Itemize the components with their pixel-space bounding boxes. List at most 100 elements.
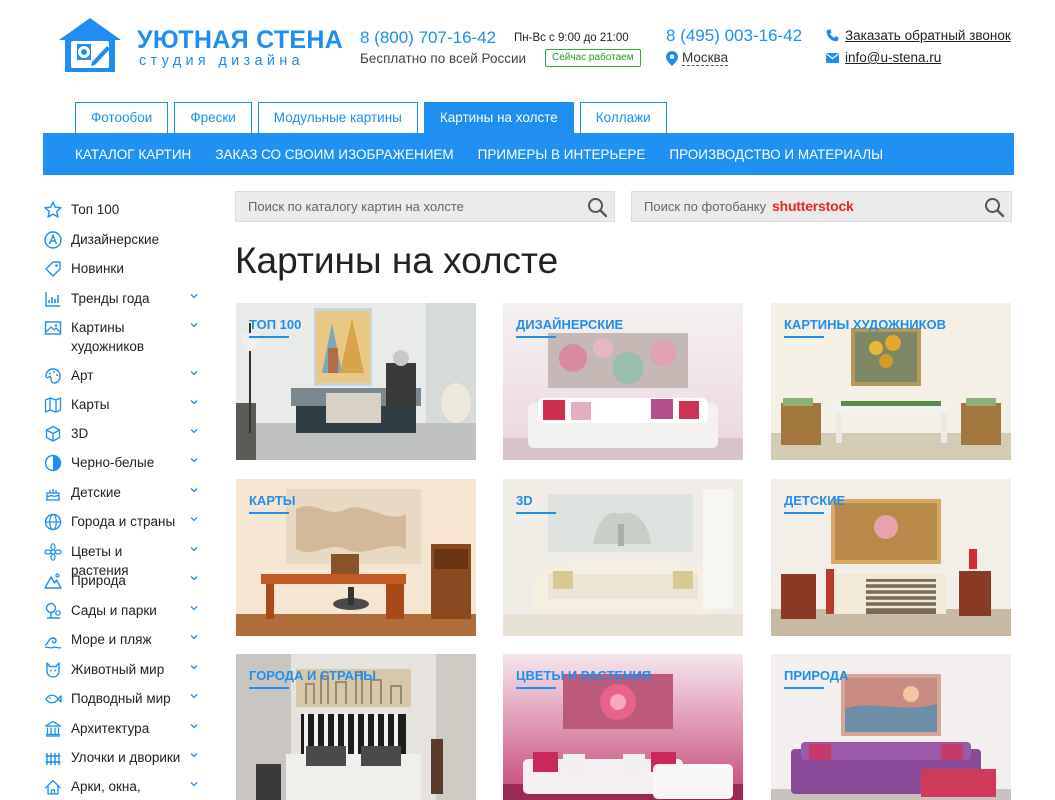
category-card-title: ДИЗАЙНЕРСКИЕ [516,317,623,338]
category-card-title: КАРТИНЫ ХУДОЖНИКОВ [784,317,946,338]
nav-catalog[interactable]: КАТАЛОГ КАРТИН [75,147,191,162]
category-card-designer[interactable]: ДИЗАЙНЕРСКИЕ [503,303,743,460]
sidebar-item-label: Арки, окна, [71,779,141,794]
chevron-down-icon[interactable] [189,397,199,407]
trend-chart-icon [45,292,60,307]
chevron-down-icon[interactable] [189,544,199,554]
sidebar-item-sea[interactable]: Море и пляж [43,630,208,650]
phone-handset-icon [826,29,839,42]
sidebar-item-label: Черно-белые [71,455,155,470]
sidebar-item-label: Новинки [71,261,124,276]
sidebar-item-label: Дизайнерские [71,232,160,247]
sidebar-item-trends[interactable]: Тренды года [43,289,208,309]
tab-frescoes[interactable]: Фрески [174,102,252,133]
search-icon[interactable] [587,197,608,218]
sidebar-item-maps[interactable]: Карты [43,395,208,415]
chevron-down-icon[interactable] [189,662,199,672]
category-card-3d[interactable]: 3D [503,479,743,636]
chevron-down-icon[interactable] [189,779,199,789]
sidebar-item-architecture[interactable]: Архитектура [43,719,208,739]
chevron-down-icon[interactable] [189,750,199,760]
art-icon [45,368,61,384]
sidebar-item-label: Картины художников [71,320,145,354]
category-card-cities[interactable]: ГОРОДА И СТРАНЫ [236,654,476,800]
sidebar-item-kids[interactable]: Детские [43,483,208,503]
chevron-down-icon[interactable] [189,455,199,465]
tab-canvas-paintings[interactable]: Картины на холсте [423,102,574,133]
chevron-down-icon[interactable] [189,426,199,436]
phone-city[interactable]: 8 (495) 003-16-42 [666,26,802,46]
logo-subtitle: студия дизайна [139,53,304,69]
category-card-flowers[interactable]: ЦВЕТЫ И РАСТЕНИЯ [503,654,743,800]
catalog-search-input[interactable] [236,192,614,221]
city-selector[interactable]: Москва [666,50,729,66]
category-card-title: ГОРОДА И СТРАНЫ [249,668,376,689]
chevron-down-icon[interactable] [189,632,199,642]
category-card-top100[interactable]: ТОП 100 [236,303,476,460]
nav-custom-order[interactable]: ЗАКАЗ СО СВОИМ ИЗОБРАЖЕНИЕМ [215,147,453,162]
nav-production[interactable]: ПРОИЗВОДСТВО И МАТЕРИАЛЫ [669,147,883,162]
envelope-icon [826,52,839,63]
main-nav: КАТАЛОГ КАРТИН ЗАКАЗ СО СВОИМ ИЗОБРАЖЕНИ… [43,133,1014,175]
nav-interior-examples[interactable]: ПРИМЕРЫ В ИНТЕРЬЕРЕ [478,147,646,162]
category-card-title: ТОП 100 [249,317,301,338]
sidebar-item-label: Архитектура [71,721,150,736]
arch-icon [45,779,61,795]
tree-icon [45,602,61,619]
category-card-maps[interactable]: КАРТЫ [236,479,476,636]
sidebar-item-artists[interactable]: Картины художников [43,318,208,356]
sidebar-item-nature[interactable]: Природа [43,571,208,591]
sidebar-item-cities[interactable]: Города и страны [43,512,208,532]
site-logo[interactable]: УЮТНАЯ СТЕНА студия дизайна [55,16,345,76]
chevron-down-icon[interactable] [189,603,199,613]
sidebar-item-art[interactable]: Арт [43,366,208,386]
sidebar-item-gardens[interactable]: Сады и парки [43,601,208,621]
category-card-title: ДЕТСКИЕ [784,493,845,514]
chevron-down-icon[interactable] [189,691,199,701]
tab-modular-paintings[interactable]: Модульные картины [257,102,418,133]
sidebar-item-label: Города и страны [71,514,176,529]
chevron-down-icon[interactable] [189,573,199,583]
sidebar-item-designer[interactable]: Дизайнерские [43,230,208,250]
sidebar-item-underwater[interactable]: Подводный мир [43,689,208,709]
logo-title: УЮТНАЯ СТЕНА [137,26,344,54]
category-card-title: 3D [516,493,556,514]
sidebar-item-label: Карты [71,397,110,412]
sidebar-item-label: Улочки и дворики [71,750,181,765]
sidebar-item-new[interactable]: Новинки [43,259,208,279]
tab-photowallpaper[interactable]: Фотообои [75,102,169,133]
category-card-nature[interactable]: ПРИРОДА [771,654,1011,800]
house-logo-icon [59,18,121,72]
sidebar-item-animals[interactable]: Животный мир [43,660,208,680]
category-card-kids[interactable]: ДЕТСКИЕ [771,479,1011,636]
sidebar-item-streets[interactable]: Улочки и дворики [43,748,208,768]
tab-collages[interactable]: Коллажи [579,102,667,133]
phone-free[interactable]: 8 (800) 707-16-42 [360,28,496,48]
globe-icon [44,513,62,531]
chevron-down-icon[interactable] [189,291,199,301]
city-label: Москва [682,50,729,66]
chevron-down-icon[interactable] [189,320,199,330]
sidebar-item-arches[interactable]: Арки, окна, [43,777,208,797]
chevron-down-icon[interactable] [189,485,199,495]
sidebar-item-black-white[interactable]: Черно-белые [43,453,208,473]
search-icon[interactable] [984,197,1005,218]
category-card-artists[interactable]: КАРТИНЫ ХУДОЖНИКОВ [771,303,1011,460]
sidebar-item-3d[interactable]: 3D [43,424,208,444]
sofa-room-interior-image [503,479,743,636]
email-link[interactable]: info@u-stena.ru [826,50,941,65]
sidebar-item-label: Арт [71,368,94,383]
callback-link[interactable]: Заказать обратный звонок [826,28,1011,43]
phone-free-note: Бесплатно по всей России [360,51,527,66]
chevron-down-icon[interactable] [189,514,199,524]
wave-icon [44,637,62,649]
photobank-search: shutterstock [631,191,1012,222]
photobank-search-input[interactable] [632,192,1011,221]
chevron-down-icon[interactable] [189,368,199,378]
location-pin-icon [666,50,678,66]
new-tag-icon [45,261,61,277]
mountain-icon [44,573,62,589]
sidebar-item-label: Природа [71,573,126,588]
chevron-down-icon[interactable] [189,721,199,731]
sidebar-item-top100[interactable]: Топ 100 [43,200,208,220]
